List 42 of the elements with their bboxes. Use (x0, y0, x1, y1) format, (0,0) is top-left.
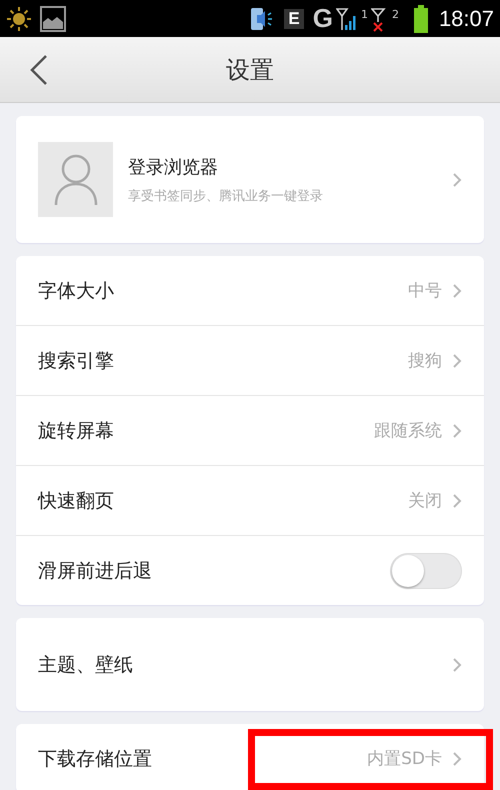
network-type: G (312, 3, 333, 34)
chevron-icon (452, 750, 462, 766)
settings-row[interactable]: 主题、壁纸 (16, 618, 484, 711)
sim-number: 2 (392, 8, 399, 21)
image-icon (40, 6, 66, 32)
login-card[interactable]: 登录浏览器 享受书签同步、腾讯业务一键登录 (16, 116, 484, 243)
setting-label: 搜索引擎 (38, 348, 115, 374)
person-icon (54, 154, 98, 206)
page-title: 设置 (226, 54, 274, 86)
settings-row[interactable]: 旋转屏幕 跟随系统 (16, 396, 484, 466)
chevron-icon (452, 422, 462, 438)
chevron-icon (452, 172, 462, 188)
setting-value: 搜狗 (408, 350, 442, 372)
setting-label: 字体大小 (38, 278, 115, 304)
signal-icon (336, 6, 358, 32)
battery-icon (414, 4, 428, 32)
chevron-icon (452, 492, 462, 508)
setting-label: 旋转屏幕 (38, 418, 115, 444)
setting-label: 快速翻页 (38, 488, 115, 514)
settings-row[interactable]: 字体大小 中号 (16, 256, 484, 326)
setting-value: 内置SD卡 (367, 748, 442, 770)
sim-number: 1 (360, 8, 368, 21)
setting-label: 下载存储位置 (38, 746, 153, 772)
setting-value: 跟随系统 (374, 420, 442, 442)
chevron-icon (452, 282, 462, 298)
setting-label: 滑屏前进后退 (38, 558, 153, 584)
toggle-switch[interactable] (390, 552, 462, 588)
chevron-icon (452, 656, 462, 672)
chevron-icon (452, 352, 462, 368)
login-subtitle: 享受书签同步、腾讯业务一键登录 (128, 188, 324, 204)
settings-row[interactable]: 滑屏前进后退 (16, 536, 484, 605)
login-title: 登录浏览器 (128, 156, 219, 178)
clock-time: 18:07 (438, 6, 494, 32)
sun-icon (6, 6, 32, 32)
setting-value: 关闭 (408, 490, 442, 512)
data-type-badge: E (284, 8, 304, 28)
settings-row[interactable]: 下载存储位置 内置SD卡 (16, 724, 484, 790)
settings-row[interactable]: 快速翻页 关闭 (16, 466, 484, 536)
setting-label: 主题、壁纸 (38, 652, 134, 678)
setting-value: 中号 (408, 280, 442, 302)
back-icon[interactable] (30, 54, 48, 86)
settings-row[interactable]: 搜索引擎 搜狗 (16, 326, 484, 396)
